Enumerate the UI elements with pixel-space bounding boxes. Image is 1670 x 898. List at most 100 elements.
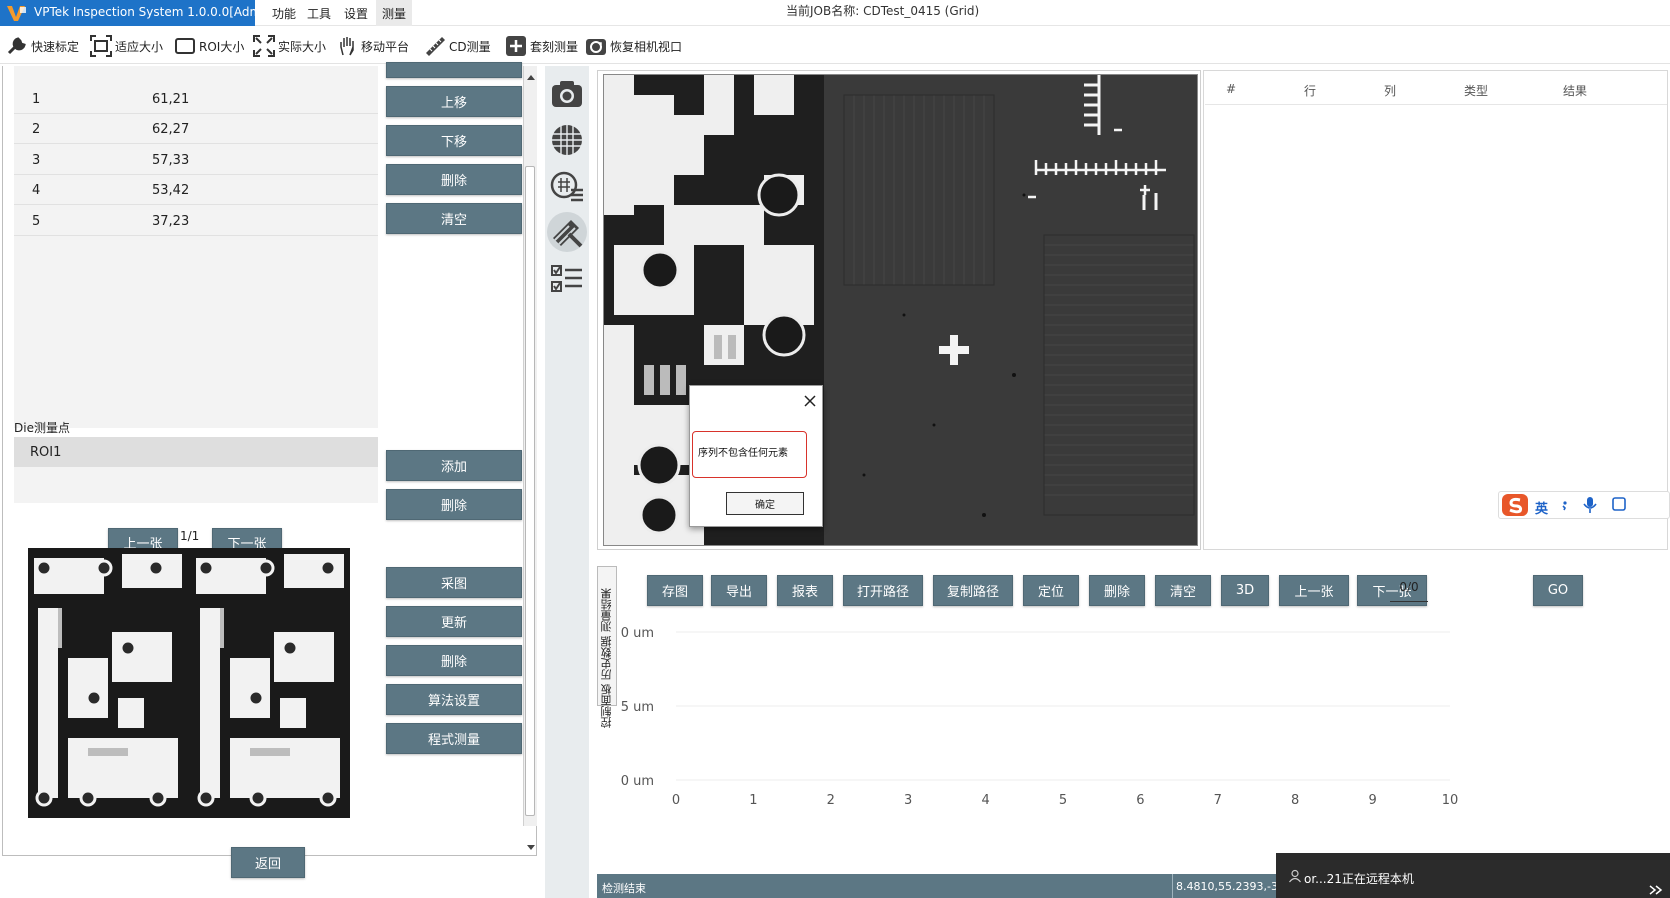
quick-calibrate-button[interactable]: 快速标定 [6,34,79,58]
roi-item-label: ROI1 [30,445,62,460]
program-measure-button[interactable]: 程式测量 [386,723,522,754]
delete-image-button[interactable]: 删除 [386,645,522,676]
row-index: 2 [32,122,41,137]
chart-x-tick-label: 8 [1291,793,1299,808]
scroll-thumb[interactable] [525,166,535,816]
back-button[interactable]: 返回 [231,847,305,878]
chart-x-tick-label: 6 [1136,793,1144,808]
capture-button[interactable]: 采图 [386,567,522,598]
result-table [1203,70,1668,550]
chart-x-tick-label: 7 [1214,793,1222,808]
menu-settings[interactable]: 设置 [344,5,368,22]
checklist-icon[interactable] [549,262,585,298]
restore-camera-viewport-label: 恢复相机视口 [610,39,683,54]
prev-result-button[interactable]: 上一张 [1279,575,1349,606]
overlay-measure-button[interactable]: 套刻测量 [505,34,578,58]
fit-size-icon [90,35,112,57]
locate-button[interactable]: 定位 [1023,575,1079,606]
algorithm-settings-button[interactable]: 算法设置 [386,684,522,715]
fit-size-button[interactable]: 适应大小 [90,34,163,58]
dialog-ok-button[interactable]: 确定 [726,492,804,515]
table-row[interactable]: 2 62,27 [14,114,378,144]
tab-history-data[interactable]: 历史数据 [599,634,615,680]
header-divider [1205,104,1667,105]
ime-lang: 英 [1535,502,1549,517]
clear-points-button[interactable]: 清空 [386,203,522,234]
save-image-button[interactable]: 存图 [647,575,703,606]
menu-measure[interactable]: 测量 [382,5,406,22]
close-icon[interactable] [802,393,818,409]
actual-size-icon [253,35,275,57]
result-page-input[interactable]: 0/0 [1390,580,1428,602]
wafer-list-icon[interactable] [549,168,585,204]
chart-y-tick-label: 5 um [621,700,654,715]
cd-measure-label: CD测量 [449,39,491,54]
die-thumbnail-graphic [28,548,350,818]
chart-x-tick-label: 2 [827,793,835,808]
roi-rect-icon [175,38,195,54]
coordinate-readout: 8.4810,55.2393,-30 [1176,880,1285,893]
column-header-index[interactable]: # [1226,82,1236,96]
scroll-down-arrow-icon[interactable] [524,840,538,854]
add-roi-button[interactable]: 添加 [386,450,522,481]
column-header-type[interactable]: 类型 [1464,82,1488,99]
tab-control-panel[interactable]: 控制面板 [599,682,615,728]
row-index: 3 [32,153,41,168]
3d-view-button[interactable]: 3D [1221,575,1269,606]
chart-x-tick-label: 0 [672,793,680,808]
go-button[interactable]: GO [1533,575,1583,606]
column-header-result[interactable]: 结果 [1563,82,1587,99]
roi-size-label: ROI大小 [199,39,245,54]
restore-camera-viewport-button[interactable]: 恢复相机视口 [585,34,682,58]
chart-x-tick-label: 3 [904,793,912,808]
menu-function[interactable]: 功能 [272,5,296,22]
page-counter: 1/1 [180,529,200,543]
quick-calibrate-label: 快速标定 [31,39,80,54]
move-down-button[interactable]: 下移 [386,125,522,156]
chart-x-ticks: 0 1 2 3 4 5 6 7 8 9 10 [672,793,1458,808]
row-value: 57,33 [152,153,190,168]
tab-measure-results[interactable]: 测量结果 [599,582,615,632]
export-button[interactable]: 导出 [711,575,767,606]
table-row[interactable]: 1 61,21 [14,84,378,114]
sogou-logo-icon [1502,494,1528,516]
copy-path-button[interactable]: 复制路径 [933,575,1013,606]
double-chevron-icon[interactable] [1648,883,1664,897]
scroll-up-arrow-icon[interactable] [524,70,538,84]
delete-roi-button[interactable]: 删除 [386,489,522,520]
clear-results-button[interactable]: 清空 [1155,575,1211,606]
die-points-label: Die测量点 [14,421,70,435]
chart-y-ticks: 10 um 5 um 0 um [620,626,654,789]
move-stage-label: 移动平台 [361,39,410,54]
column-header-col[interactable]: 列 [1384,82,1396,99]
ime-toolbar[interactable]: 英 [1498,491,1670,519]
chart-y-tick-label: 0 um [621,774,654,789]
actual-size-button[interactable]: 实际大小 [253,34,326,58]
roi-list-item[interactable]: ROI1 [14,437,378,467]
roi-size-button[interactable]: ROI大小 [174,34,244,58]
roi-list-area [14,467,378,503]
table-row[interactable]: 3 57,33 [14,145,378,175]
update-button[interactable]: 更新 [386,606,522,637]
table-row[interactable]: 5 37,23 [14,206,378,236]
table-row[interactable]: 4 53,42 [14,175,378,205]
measure-tool-icon[interactable] [549,214,585,250]
column-header-row[interactable]: 行 [1304,82,1316,99]
dialog-message: 序列不包含任何元素 [698,448,788,459]
cd-measure-button[interactable]: CD测量 [424,34,491,58]
camera-icon[interactable] [549,76,585,112]
delete-result-button[interactable]: 删除 [1089,575,1145,606]
open-path-button[interactable]: 打开路径 [843,575,923,606]
plus-box-icon [506,36,526,56]
delete-point-button[interactable]: 删除 [386,164,522,195]
report-button[interactable]: 报表 [777,575,833,606]
menu-tools[interactable]: 工具 [307,5,331,22]
die-thumbnail-image[interactable] [28,548,350,818]
grid-sphere-icon[interactable] [549,122,585,158]
ruler-icon [426,37,445,56]
chart-x-tick-label: 1 [749,793,757,808]
partial-top-button[interactable] [386,62,522,78]
move-up-button[interactable]: 上移 [386,86,522,117]
move-stage-button[interactable]: 移动平台 [336,34,409,58]
fit-size-label: 适应大小 [115,39,164,54]
